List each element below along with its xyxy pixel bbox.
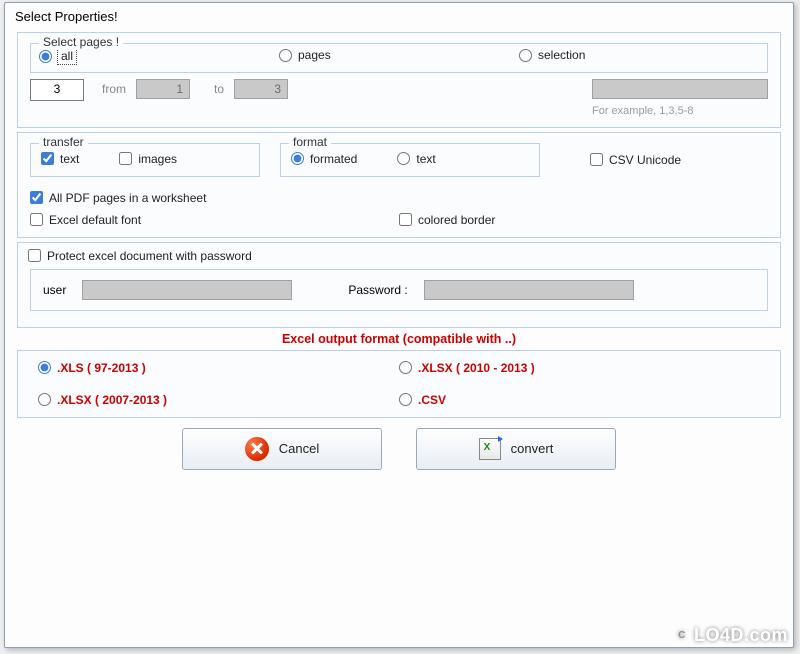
pages-radio-selection-label: selection (538, 48, 585, 62)
output-radio-xlsx2007[interactable]: .XLSX ( 2007-2013 ) (38, 393, 399, 407)
output-header: Excel output format (compatible with ..) (5, 332, 793, 346)
format-radio-formatted[interactable]: formated (291, 152, 357, 166)
format-radio-formatted-label: formated (310, 152, 357, 166)
cancel-button[interactable]: Cancel (182, 428, 382, 470)
transfer-text-label: text (60, 152, 79, 166)
user-input[interactable] (82, 280, 292, 300)
pages-radio-selection[interactable]: selection (519, 48, 585, 62)
protect-panel: Protect excel document with password use… (17, 242, 781, 328)
pages-panel: Select pages ! all pages (17, 32, 781, 128)
excel-font-label: Excel default font (49, 213, 141, 227)
output-radio-xls-label: .XLS ( 97-2013 ) (57, 361, 146, 375)
output-panel: .XLS ( 97-2013 ) .XLSX ( 2010 - 2013 ) .… (17, 350, 781, 418)
transfer-text-checkbox[interactable]: text (41, 152, 79, 166)
pages-radio-all-label: all (58, 48, 76, 64)
colored-border-checkbox[interactable]: colored border (399, 213, 495, 227)
output-radio-csv-label: .CSV (418, 393, 446, 407)
to-label: to (214, 82, 224, 96)
csv-unicode-label: CSV Unicode (609, 153, 681, 167)
convert-icon (479, 438, 501, 460)
selection-input (592, 79, 768, 99)
cancel-button-label: Cancel (279, 441, 319, 456)
transfer-legend: transfer (39, 135, 88, 149)
password-label: Password : (348, 283, 407, 297)
convert-button[interactable]: convert (416, 428, 616, 470)
format-radio-text[interactable]: text (397, 152, 435, 166)
to-input: 3 (234, 79, 288, 99)
pages-radio-pages[interactable]: pages (279, 48, 331, 62)
protect-checkbox[interactable]: Protect excel document with password (28, 249, 252, 263)
output-radio-csv[interactable]: .CSV (399, 393, 760, 407)
selection-hint: For example, 1,3,5-8 (592, 105, 768, 117)
excel-font-checkbox[interactable]: Excel default font (30, 213, 399, 227)
all-pages-checkbox[interactable]: All PDF pages in a worksheet (30, 191, 206, 205)
password-input[interactable] (424, 280, 634, 300)
colored-border-label: colored border (418, 213, 495, 227)
page-count-input[interactable]: 3 (30, 79, 84, 101)
format-legend: format (289, 135, 331, 149)
output-radio-xlsx2010[interactable]: .XLSX ( 2010 - 2013 ) (399, 361, 760, 375)
copyright-icon: C (674, 628, 690, 644)
dialog-window: Select Properties! Select pages ! all pa… (4, 2, 794, 648)
pages-radio-all[interactable]: all (39, 48, 76, 64)
button-row: Cancel convert (5, 428, 793, 470)
output-radio-xlsx2007-label: .XLSX ( 2007-2013 ) (57, 393, 167, 407)
pages-radio-pages-label: pages (298, 48, 331, 62)
protect-label: Protect excel document with password (47, 249, 252, 263)
transfer-images-label: images (138, 152, 177, 166)
cancel-icon (245, 437, 269, 461)
from-input: 1 (136, 79, 190, 99)
from-label: from (102, 82, 126, 96)
output-radio-xls[interactable]: .XLS ( 97-2013 ) (38, 361, 399, 375)
transfer-format-panel: transfer text images format (17, 132, 781, 238)
transfer-fieldset: transfer text images (30, 143, 260, 177)
all-pages-label: All PDF pages in a worksheet (49, 191, 206, 205)
protect-fields: user Password : (30, 269, 768, 311)
user-label: user (43, 283, 66, 297)
transfer-images-checkbox[interactable]: images (119, 152, 177, 166)
pages-legend: Select pages ! (39, 35, 123, 49)
pages-fieldset: Select pages ! all pages (30, 43, 768, 73)
output-radio-xlsx2010-label: .XLSX ( 2010 - 2013 ) (418, 361, 535, 375)
watermark-text: LO4D.com (694, 625, 788, 646)
format-radio-text-label: text (416, 152, 435, 166)
format-fieldset: format formated text (280, 143, 540, 177)
csv-unicode-checkbox[interactable]: CSV Unicode (590, 153, 681, 167)
window-title: Select Properties! (5, 3, 793, 28)
watermark: C LO4D.com (674, 625, 788, 646)
convert-button-label: convert (511, 441, 554, 456)
